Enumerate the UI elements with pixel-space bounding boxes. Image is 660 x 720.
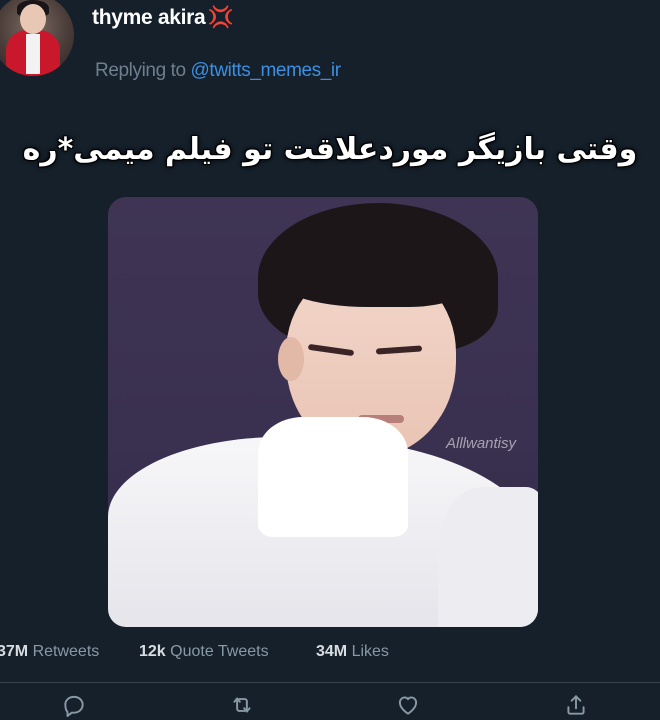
tweet-author[interactable]: thyme akira💢 xyxy=(92,6,234,30)
photo-arm xyxy=(438,487,538,627)
quotes-label: Quote Tweets xyxy=(170,643,269,660)
share-icon xyxy=(567,695,585,715)
divider xyxy=(0,682,660,683)
anger-emoji-icon: 💢 xyxy=(207,6,234,29)
reply-icon xyxy=(64,695,84,717)
meme-caption: وقتی بازیگر موردعلاقت تو فیلم میمی*ره xyxy=(22,132,638,167)
retweet-icon xyxy=(233,697,251,713)
reply-button[interactable] xyxy=(60,692,88,720)
quotes-count: 12k xyxy=(139,643,166,660)
share-button[interactable] xyxy=(562,692,590,720)
photo-watermark: Alllwantisy xyxy=(446,435,517,452)
photo-collar xyxy=(258,417,408,537)
tweet-media-image[interactable]: Alllwantisy xyxy=(108,197,538,627)
likes-stat[interactable]: 34M Likes xyxy=(316,643,389,661)
likes-label: Likes xyxy=(351,643,389,660)
replying-to-label: Replying to xyxy=(95,60,186,81)
avatar[interactable] xyxy=(0,0,74,76)
quote-tweets-stat[interactable]: 12k Quote Tweets xyxy=(139,643,269,661)
like-button[interactable] xyxy=(394,692,422,720)
reply-handle-link[interactable]: @twitts_memes_ir xyxy=(191,60,342,81)
retweets-count: 37M xyxy=(0,643,29,660)
avatar-face xyxy=(20,4,46,34)
photo-ear xyxy=(278,337,304,381)
retweet-button[interactable] xyxy=(228,692,256,720)
likes-count: 34M xyxy=(316,643,348,660)
display-name[interactable]: thyme akira xyxy=(92,6,206,29)
retweets-stat[interactable]: 37M Retweets xyxy=(0,643,99,661)
avatar-shirt xyxy=(26,34,40,74)
like-icon xyxy=(398,696,418,715)
retweets-label: Retweets xyxy=(32,643,100,660)
tweet-actions-bar xyxy=(0,692,660,720)
replying-to-line: Replying to @twitts_memes_ir xyxy=(95,60,341,82)
